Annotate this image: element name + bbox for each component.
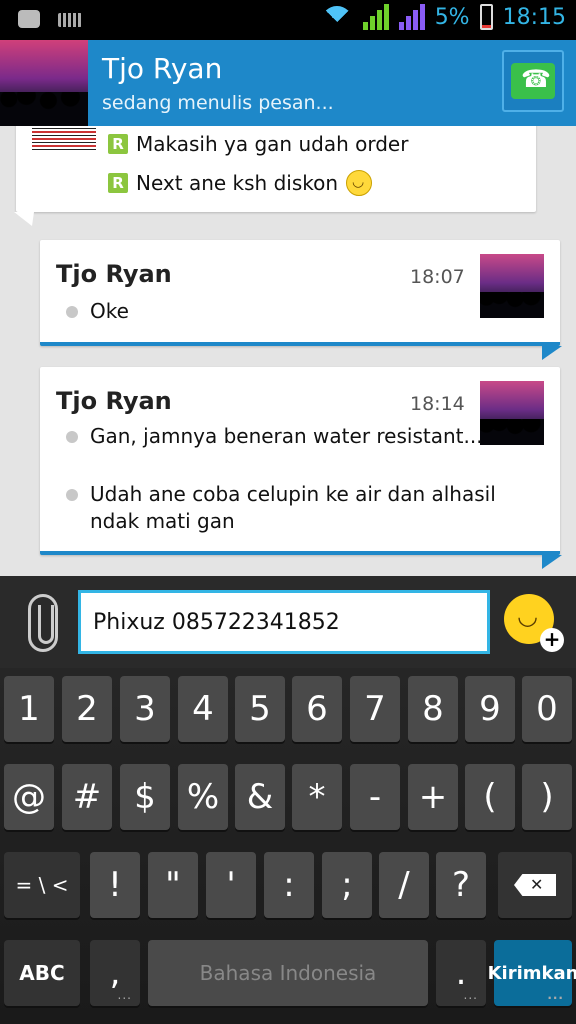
sender-name: Tjo Ryan xyxy=(56,260,172,288)
key-at[interactable]: @ xyxy=(4,764,54,830)
key-comma[interactable]: ,... xyxy=(90,940,140,1006)
wifi-icon xyxy=(320,4,353,38)
chat-header: Tjo Ryan sedang menulis pesan... xyxy=(0,40,576,126)
plus-icon: + xyxy=(540,628,564,652)
message-line: Oke xyxy=(66,298,506,325)
compose-bar: + xyxy=(0,576,576,668)
bullet-icon xyxy=(66,306,78,318)
message-line: Udah ane coba celupin ke air dan alhasil… xyxy=(66,481,506,535)
keyboard-icon xyxy=(58,13,82,27)
bbm-icon xyxy=(18,10,40,28)
key-close-paren[interactable]: ) xyxy=(522,764,572,830)
key-8[interactable]: 8 xyxy=(408,676,458,742)
key-6[interactable]: 6 xyxy=(292,676,342,742)
key-abc[interactable]: ABC xyxy=(4,940,80,1006)
key-double-quote[interactable]: " xyxy=(148,852,198,918)
key-exclamation[interactable]: ! xyxy=(90,852,140,918)
smiley-icon xyxy=(346,170,373,196)
key-plus[interactable]: + xyxy=(408,764,458,830)
key-single-quote[interactable]: ' xyxy=(206,852,256,918)
key-question[interactable]: ? xyxy=(436,852,486,918)
key-3[interactable]: 3 xyxy=(120,676,170,742)
message-time: 18:14 xyxy=(410,393,465,415)
voice-call-button[interactable] xyxy=(502,50,564,112)
key-dollar[interactable]: $ xyxy=(120,764,170,830)
message-bubble-previous[interactable]: R Makasih ya gan udah order R Next ane k… xyxy=(14,126,536,226)
r-icon: R xyxy=(108,134,128,154)
key-semicolon[interactable]: ; xyxy=(322,852,372,918)
message-bubble[interactable]: Tjo Ryan 18:14 Gan, jamnya beneran water… xyxy=(40,367,562,569)
image-thumbnail[interactable] xyxy=(32,126,96,150)
key-minus[interactable]: - xyxy=(350,764,400,830)
key-2[interactable]: 2 xyxy=(62,676,112,742)
list-item: R Next ane ksh diskon xyxy=(108,170,373,196)
phone-icon xyxy=(511,63,555,99)
key-4[interactable]: 4 xyxy=(178,676,228,742)
clock: 18:15 xyxy=(502,4,566,30)
status-bar: 5% 18:15 xyxy=(0,0,576,40)
key-more-symbols[interactable]: = \ < xyxy=(4,852,80,918)
typing-status: sedang menulis pesan... xyxy=(102,92,334,114)
paperclip-icon[interactable] xyxy=(28,594,58,652)
message-input[interactable] xyxy=(78,590,490,654)
message-bubble[interactable]: Tjo Ryan 18:07 Oke xyxy=(40,240,562,360)
key-percent[interactable]: % xyxy=(178,764,228,830)
key-open-paren[interactable]: ( xyxy=(465,764,515,830)
r-icon: R xyxy=(108,173,128,193)
key-slash[interactable]: / xyxy=(379,852,429,918)
key-1[interactable]: 1 xyxy=(4,676,54,742)
space-bar[interactable]: Bahasa Indonesia xyxy=(148,940,428,1006)
key-5[interactable]: 5 xyxy=(235,676,285,742)
chat-area[interactable]: R Makasih ya gan udah order R Next ane k… xyxy=(0,126,576,576)
backspace-button[interactable] xyxy=(498,852,572,918)
soft-keyboard: 1 2 3 4 5 6 7 8 9 0 @ # $ % & * - + ( ) … xyxy=(0,668,576,1024)
contact-avatar[interactable] xyxy=(0,40,88,126)
send-button[interactable]: Kirimkan... xyxy=(488,940,576,1006)
contact-name[interactable]: Tjo Ryan xyxy=(102,52,222,85)
battery-percent: 5% xyxy=(434,4,470,30)
message-line: Gan, jamnya beneran water resistant... xyxy=(66,423,506,450)
key-0[interactable]: 0 xyxy=(522,676,572,742)
signal-purple-icon xyxy=(398,4,425,30)
battery-icon xyxy=(479,4,493,30)
bullet-icon xyxy=(66,431,78,443)
key-colon[interactable]: : xyxy=(264,852,314,918)
list-item: R Makasih ya gan udah order xyxy=(108,132,408,156)
message-time: 18:07 xyxy=(410,266,465,288)
backspace-icon xyxy=(514,874,556,896)
bullet-icon xyxy=(66,489,78,501)
key-hash[interactable]: # xyxy=(62,764,112,830)
sender-name: Tjo Ryan xyxy=(56,387,172,415)
key-7[interactable]: 7 xyxy=(350,676,400,742)
signal-green-icon xyxy=(362,4,389,30)
key-ampersand[interactable]: & xyxy=(235,764,285,830)
key-asterisk[interactable]: * xyxy=(292,764,342,830)
key-9[interactable]: 9 xyxy=(465,676,515,742)
key-period[interactable]: .... xyxy=(436,940,486,1006)
